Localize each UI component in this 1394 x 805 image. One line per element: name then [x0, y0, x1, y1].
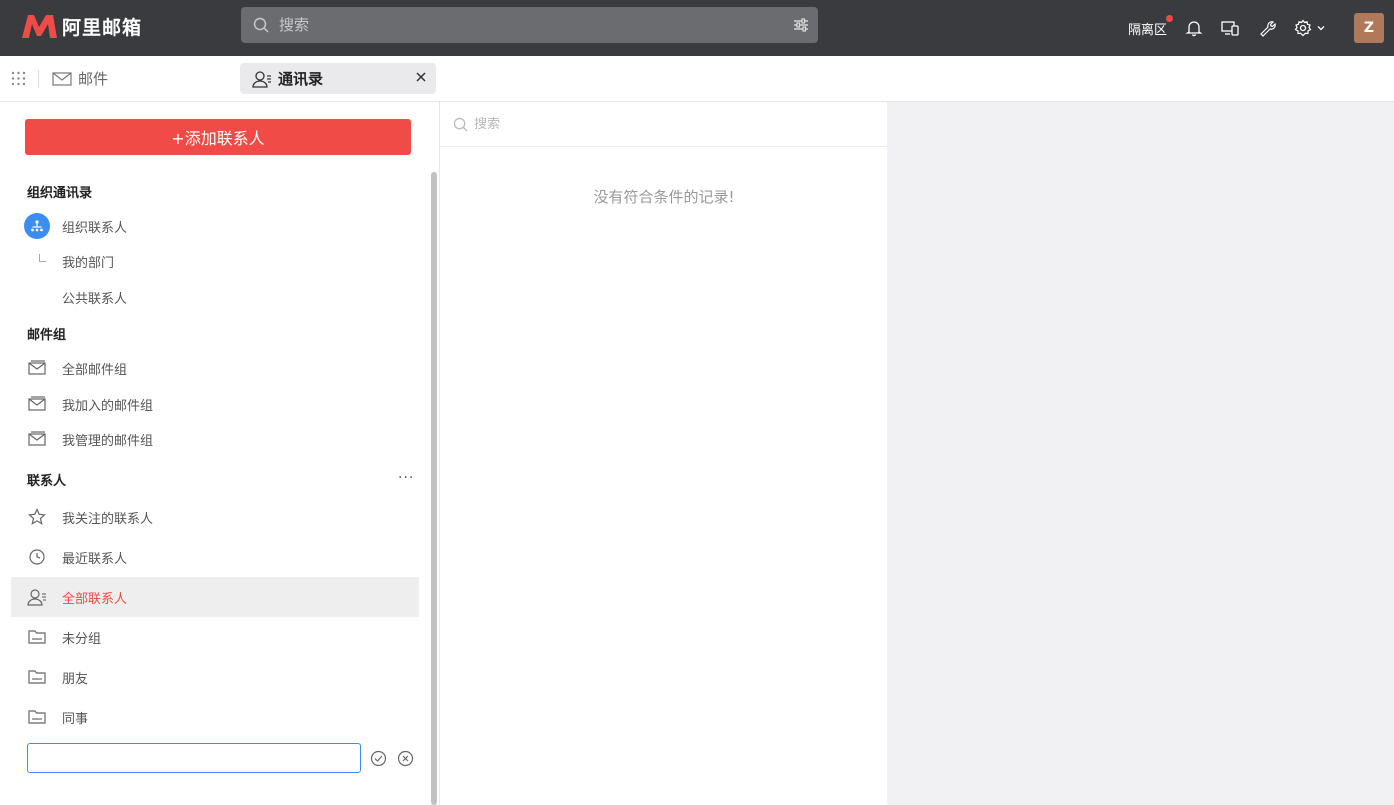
- section-mail-groups: 邮件组: [27, 328, 67, 343]
- star-icon: [28, 508, 46, 525]
- tools-button[interactable]: [1258, 19, 1276, 37]
- tab-contacts[interactable]: 通讯录: [240, 63, 436, 94]
- empty-state-message: 没有符合条件的记录!: [593, 188, 735, 206]
- sidebar-item-public-contacts[interactable]: 公共联系人: [11, 277, 419, 317]
- sidebar-item-all-contacts[interactable]: 全部联系人: [11, 577, 419, 617]
- avatar[interactable]: Z: [1354, 13, 1384, 43]
- wrench-icon: [1260, 21, 1276, 37]
- add-contact-button[interactable]: +添加联系人: [25, 119, 411, 155]
- gear-icon: [1294, 19, 1312, 37]
- folder-icon: [28, 670, 46, 684]
- sidebar-item-label: 公共联系人: [62, 291, 128, 307]
- contacts-sidebar: +添加联系人 组织通讯录 组织联系人 我的部门 公共联系人 邮件组 全部邮件组 …: [0, 102, 438, 805]
- sidebar-item-label: 未分组: [62, 631, 102, 647]
- group-mail-icon: [28, 360, 46, 375]
- org-chart-icon: [24, 213, 50, 239]
- sidebar-item-label: 我加入的邮件组: [62, 398, 154, 414]
- filter-settings-icon[interactable]: [792, 16, 810, 34]
- clock-icon: [29, 549, 45, 565]
- tab-bar: 邮件 通讯录: [0, 56, 1394, 102]
- sidebar-item-ungrouped[interactable]: 未分组: [11, 617, 419, 657]
- sidebar-item-label: 全部联系人: [62, 591, 128, 607]
- devices-button[interactable]: [1221, 19, 1240, 37]
- cancel-x-icon[interactable]: [397, 750, 414, 767]
- sidebar-item-starred[interactable]: 我关注的联系人: [11, 497, 419, 537]
- quarantine-label: 隔离区: [1127, 22, 1167, 38]
- sidebar-item-colleagues[interactable]: 同事: [11, 697, 419, 737]
- bell-icon: [1185, 21, 1203, 37]
- folder-icon: [28, 630, 46, 644]
- confirm-check-icon[interactable]: [370, 750, 387, 767]
- sidebar-item-label: 组织联系人: [62, 220, 128, 236]
- contact-list-panel: 没有符合条件的记录!: [439, 102, 887, 805]
- devices-icon: [1221, 21, 1239, 36]
- logo[interactable]: 阿里邮箱: [20, 11, 142, 41]
- more-options-button[interactable]: ···: [398, 470, 414, 486]
- brand-m-icon: [22, 15, 57, 38]
- notification-dot: [1166, 14, 1173, 22]
- logo-text: 阿里邮箱: [62, 16, 143, 39]
- sidebar-item-joined-groups[interactable]: 我加入的邮件组: [11, 384, 419, 424]
- group-mail-icon: [28, 431, 46, 446]
- group-mail-icon: [28, 396, 46, 411]
- search-icon: [253, 17, 269, 33]
- sidebar-item-label: 朋友: [62, 671, 89, 687]
- divider: [38, 70, 39, 88]
- quarantine-link[interactable]: 隔离区: [1127, 14, 1173, 38]
- sidebar-item-recent[interactable]: 最近联系人: [11, 537, 419, 577]
- sidebar-item-label: 同事: [62, 711, 89, 727]
- sidebar-item-managed-groups[interactable]: 我管理的邮件组: [11, 419, 419, 459]
- sidebar-scrollbar[interactable]: [431, 172, 437, 805]
- top-bar: 阿里邮箱 隔离区: [0, 0, 1394, 56]
- contacts-icon: [252, 70, 271, 88]
- global-search-input[interactable]: [279, 16, 769, 34]
- folder-icon: [28, 710, 46, 724]
- sidebar-item-friends[interactable]: 朋友: [11, 657, 419, 697]
- sidebar-item-label: 最近联系人: [62, 551, 128, 567]
- section-contacts: 联系人: [27, 474, 67, 489]
- sidebar-item-org-contacts[interactable]: 组织联系人: [11, 206, 419, 246]
- sidebar-item-label: 全部邮件组: [62, 362, 128, 378]
- close-icon[interactable]: [414, 70, 428, 84]
- settings-button[interactable]: [1294, 19, 1326, 37]
- tab-mail-label: 邮件: [78, 70, 109, 88]
- section-org-directory: 组织通讯录: [27, 186, 93, 201]
- tab-mail[interactable]: 邮件: [52, 68, 108, 89]
- notifications-button[interactable]: [1185, 19, 1203, 37]
- contacts-icon: [27, 589, 46, 606]
- contact-search-input[interactable]: [474, 116, 854, 132]
- sidebar-item-all-groups[interactable]: 全部邮件组: [11, 348, 419, 388]
- tab-contacts-label: 通讯录: [278, 70, 324, 88]
- apps-grid-icon[interactable]: [11, 71, 26, 86]
- top-bar-actions: 隔离区 Z: [1110, 0, 1384, 56]
- contact-search[interactable]: [440, 102, 887, 147]
- sidebar-item-label: 我关注的联系人: [62, 511, 154, 527]
- contact-detail-pane: [887, 102, 1394, 805]
- sidebar-item-label: 我管理的邮件组: [62, 433, 154, 449]
- new-group-name-input[interactable]: [27, 743, 361, 773]
- search-icon: [453, 117, 468, 132]
- sidebar-item-my-department[interactable]: 我的部门: [11, 241, 419, 281]
- sidebar-item-label: 我的部门: [62, 255, 115, 271]
- mail-icon: [52, 71, 72, 86]
- chevron-down-icon: [1317, 26, 1325, 31]
- global-search[interactable]: [241, 7, 818, 43]
